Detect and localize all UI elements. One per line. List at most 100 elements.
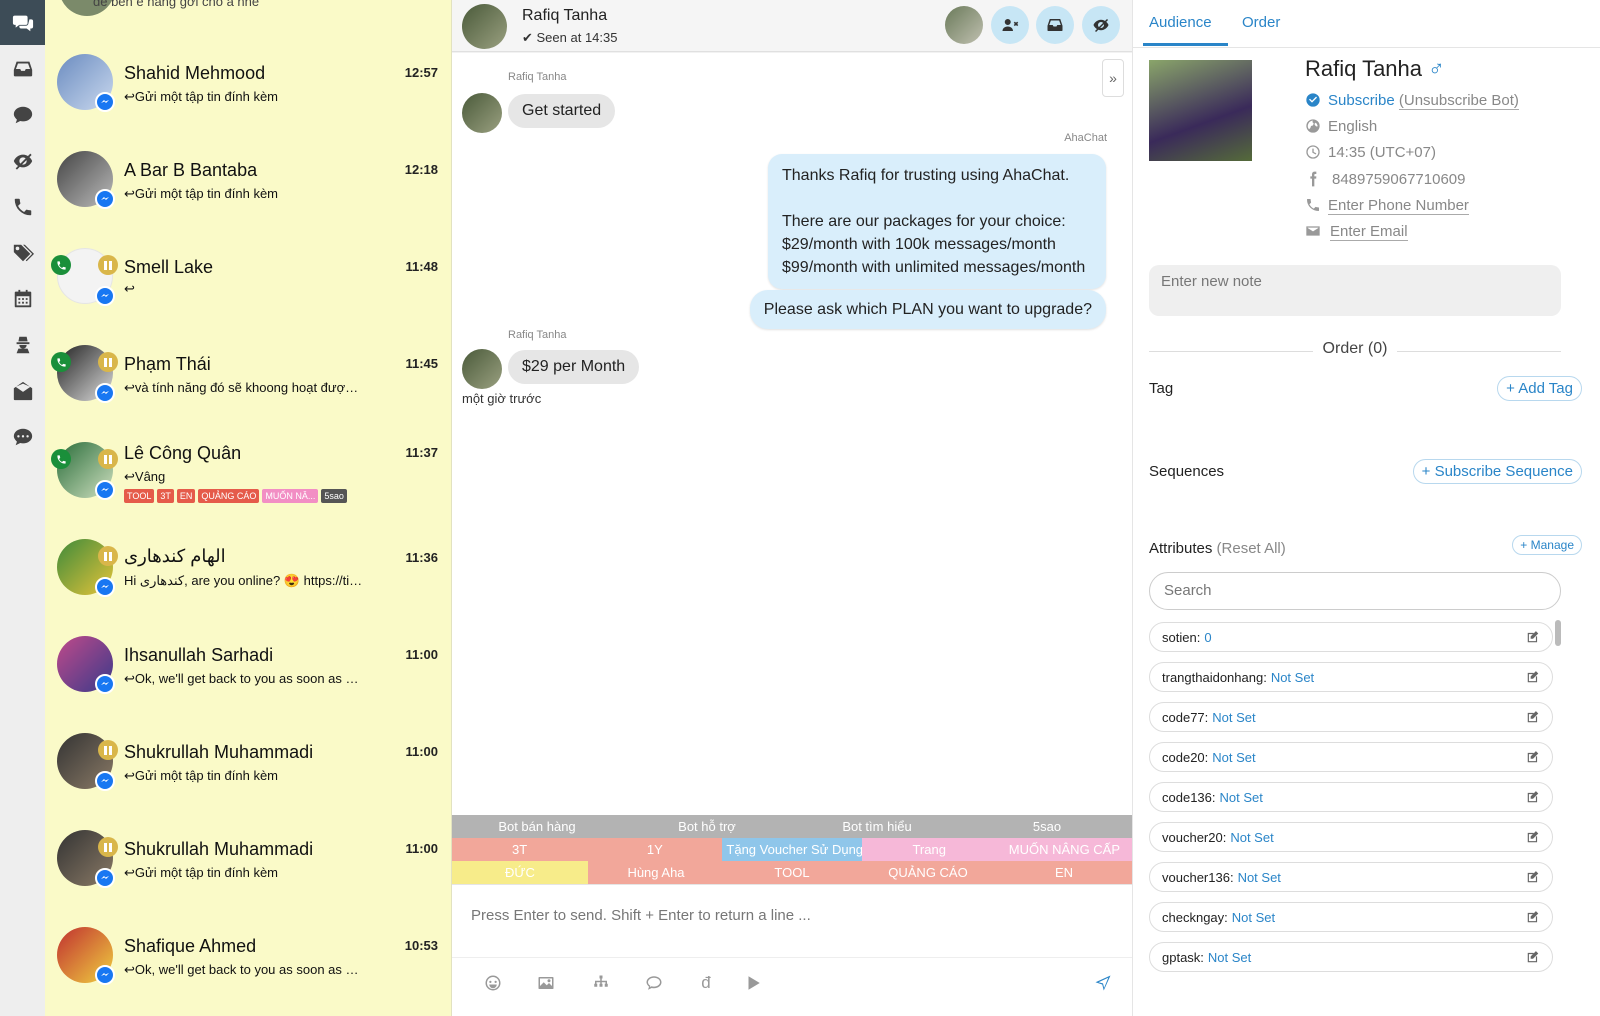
note-input[interactable]: Enter new note: [1149, 265, 1561, 316]
quick-reply-button[interactable]: Hùng Aha: [588, 861, 724, 884]
quick-reply-button[interactable]: EN: [996, 861, 1132, 884]
attribute-row: code136: Not Set: [1149, 782, 1553, 812]
conversation-name: Ihsanullah Sarhadi: [124, 645, 274, 665]
remove-user-button[interactable]: [991, 6, 1029, 44]
conversation-item[interactable]: Shafique Ahmed 10:53 ↩Ok, we'll get back…: [45, 913, 451, 1011]
quick-reply-button[interactable]: TOOL: [724, 861, 860, 884]
play-icon[interactable]: [742, 972, 764, 994]
nav-tags-icon[interactable]: [0, 230, 45, 275]
quick-reply-button[interactable]: 5sao: [962, 815, 1132, 838]
nav-hidden-eye-icon[interactable]: [0, 138, 45, 183]
pause-icon: [98, 546, 118, 566]
comment-icon[interactable]: [643, 972, 665, 994]
tag-label: Tag: [1149, 380, 1174, 397]
message-sender: AhaChat: [1064, 132, 1107, 144]
quick-reply-button[interactable]: 3T: [452, 838, 588, 861]
hide-conversation-button[interactable]: [1082, 6, 1120, 44]
conversation-item[interactable]: Shukrullah Muhammadi 11:00 ↩Gửi một tập …: [45, 719, 451, 817]
edit-icon[interactable]: [1526, 630, 1540, 644]
manage-attributes-button[interactable]: + Manage: [1512, 535, 1582, 555]
nav-phone-icon[interactable]: [0, 184, 45, 229]
edit-icon[interactable]: [1526, 950, 1540, 964]
subscribe-sequence-button[interactable]: + Subscribe Sequence: [1412, 459, 1582, 484]
quick-reply-button[interactable]: Bot bán hàng: [452, 815, 622, 838]
conversation-item[interactable]: A Bar B Bantaba 12:18 ↩Gửi một tập tin đ…: [45, 137, 451, 235]
conversation-item[interactable]: Phạm Thái 11:45 ↩và tính năng đó sẽ khoo…: [45, 331, 451, 429]
conversation-preview: ↩Ok, we'll get back to you as soon as po…: [124, 671, 364, 686]
attributes-scrollbar[interactable]: [1555, 620, 1561, 646]
avatar: [462, 93, 502, 133]
reply-icon: ↩: [124, 281, 135, 296]
edit-icon[interactable]: [1526, 790, 1540, 804]
conversation-time: 11:36: [405, 550, 438, 565]
conversation-time: 10:53: [404, 938, 438, 953]
conversation-name: Phạm Thái: [124, 354, 211, 374]
conversation-item[interactable]: Ihsanullah Sarhadi 11:00 ↩Ok, we'll get …: [45, 622, 451, 720]
messenger-icon: [95, 771, 115, 791]
envelope-icon: [1305, 223, 1321, 239]
phone-number-field[interactable]: Enter Phone Number: [1328, 197, 1469, 215]
nav-inbox-icon[interactable]: [0, 46, 45, 91]
quick-reply-button[interactable]: Bot hỗ trợ: [622, 815, 792, 838]
add-tag-button[interactable]: + Add Tag: [1497, 376, 1582, 401]
nav-email-icon[interactable]: [0, 368, 45, 413]
contact-photo-button[interactable]: [945, 6, 983, 44]
profile-photo: [1149, 60, 1252, 161]
quick-reply-button[interactable]: QUẢNG CÁO: [860, 861, 996, 884]
currency-dong-icon[interactable]: đ: [695, 972, 717, 994]
sitemap-flow-icon[interactable]: [590, 972, 612, 994]
emoji-icon[interactable]: [482, 972, 504, 994]
pause-icon: [98, 352, 118, 372]
tag-badge: TOOL: [124, 489, 155, 503]
conversation-name: Shahid Mehmood: [124, 63, 266, 83]
outgoing-message: Thanks Rafiq for trusting using AhaChat.…: [768, 154, 1106, 289]
reset-all-link[interactable]: (Reset All): [1217, 540, 1286, 557]
profile-phone: Enter Phone Number: [1305, 197, 1469, 215]
edit-icon[interactable]: [1526, 870, 1540, 884]
quick-reply-button[interactable]: Trang: [861, 838, 997, 861]
attribute-search-input[interactable]: Search: [1149, 572, 1561, 610]
quick-reply-button[interactable]: ĐỨC: [452, 861, 588, 884]
phone-icon: [51, 255, 71, 275]
quick-reply-button[interactable]: Bot tìm hiểu: [792, 815, 962, 838]
edit-icon[interactable]: [1526, 910, 1540, 924]
messenger-icon: [95, 92, 115, 112]
archive-inbox-button[interactable]: [1036, 6, 1074, 44]
attribute-row: voucher136: Not Set: [1149, 862, 1553, 892]
nav-comments-icon[interactable]: [0, 92, 45, 137]
edit-icon[interactable]: [1526, 710, 1540, 724]
conversation-item[interactable]: Lê Công Quân 11:37 ↩Vâng TOOL 3T EN QUẢN…: [45, 428, 451, 526]
conversation-item[interactable]: Shukrullah Muhammadi 11:00 ↩Gửi một tập …: [45, 816, 451, 914]
nav-calendar-icon[interactable]: [0, 276, 45, 321]
conversation-item[interactable]: Shahid Mehmood 12:57 ↩Gửi một tập tin đí…: [45, 40, 451, 138]
email-field[interactable]: Enter Email: [1330, 223, 1408, 241]
quick-reply-button[interactable]: 1Y: [587, 838, 723, 861]
unsubscribe-bot-link[interactable]: (Unsubscribe Bot): [1398, 92, 1519, 110]
order-divider: Order (0): [1149, 340, 1561, 362]
collapse-panel-button[interactable]: »: [1102, 59, 1124, 97]
subscribe-link[interactable]: Subscribe: [1328, 92, 1395, 109]
image-icon[interactable]: [535, 972, 557, 994]
messenger-icon: [95, 674, 115, 694]
send-icon[interactable]: [1092, 972, 1114, 994]
nav-chats-icon[interactable]: [0, 0, 45, 45]
avatar[interactable]: [462, 4, 507, 49]
check-circle-icon: [1305, 92, 1321, 108]
double-chevron-right-icon: »: [1109, 70, 1117, 86]
tab-order[interactable]: Order: [1242, 14, 1280, 31]
nav-agent-icon[interactable]: [0, 322, 45, 367]
conversation-item[interactable]: الهام کندهاری 11:36 Hi کندهاری, are you …: [45, 525, 451, 623]
edit-icon[interactable]: [1526, 750, 1540, 764]
attribute-row: code77: Not Set: [1149, 702, 1553, 732]
tag-badge: QUẢNG CÁO: [198, 489, 260, 503]
conversation-item[interactable]: Smell Lake 11:48 ↩: [45, 234, 451, 332]
quick-reply-button[interactable]: MUỐN NÂNG CẤP: [996, 838, 1133, 861]
nav-chat-bubble-icon[interactable]: [0, 414, 45, 459]
edit-icon[interactable]: [1526, 670, 1540, 684]
edit-icon[interactable]: [1526, 830, 1540, 844]
message-input[interactable]: Press Enter to send. Shift + Enter to re…: [471, 907, 811, 924]
pause-icon: [98, 837, 118, 857]
quick-reply-button[interactable]: Tặng Voucher Sử Dụng: [722, 838, 862, 861]
tab-audience[interactable]: Audience: [1143, 14, 1228, 46]
conversation-time: 11:00: [405, 647, 438, 662]
